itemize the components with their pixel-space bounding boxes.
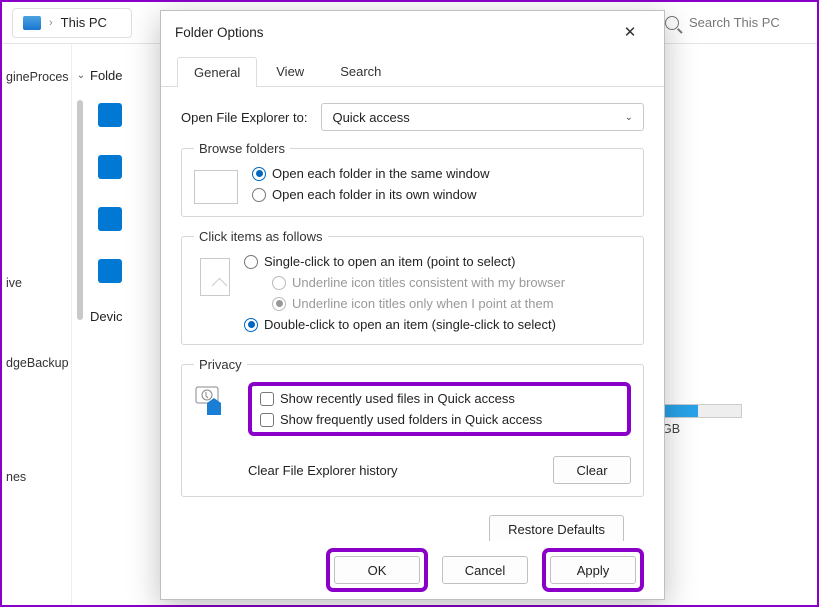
privacy-group: Privacy Show recently used files in Quic… xyxy=(181,357,644,497)
folder-tile-icon[interactable] xyxy=(98,259,122,283)
chevron-down-icon: ⌄ xyxy=(76,70,86,81)
browse-folders-group: Browse folders Open each folder in the s… xyxy=(181,141,644,217)
list-item[interactable]: gineProces xyxy=(2,64,71,90)
group-legend: Click items as follows xyxy=(194,229,328,244)
tab-search[interactable]: Search xyxy=(323,56,398,86)
breadcrumb[interactable]: › This PC xyxy=(12,8,132,38)
radio-icon xyxy=(272,276,286,290)
checkbox-frequent-folders[interactable]: Show frequently used folders in Quick ac… xyxy=(260,412,619,427)
folder-tile-icon[interactable] xyxy=(98,207,122,231)
search-placeholder: Search This PC xyxy=(689,15,780,30)
disk-item[interactable]: GB xyxy=(662,404,742,436)
group-legend: Browse folders xyxy=(194,141,290,156)
radio-icon xyxy=(272,297,286,311)
search-icon xyxy=(665,16,679,30)
navigation-pane: ⌄ Folde ⌄ Devic xyxy=(72,44,162,605)
clear-history-label: Clear File Explorer history xyxy=(248,463,398,478)
radio-label: Underline icon titles only when I point … xyxy=(292,296,554,311)
scrollbar[interactable] xyxy=(77,100,83,320)
radio-double-click[interactable]: Double-click to open an item (single-cli… xyxy=(244,317,631,332)
nav-folders-group[interactable]: ⌄ Folde xyxy=(76,64,158,87)
click-items-group: Click items as follows Single-click to o… xyxy=(181,229,644,345)
folder-options-dialog: Folder Options ✕ General View Search Ope… xyxy=(160,10,665,600)
privacy-icon xyxy=(194,384,234,418)
checkbox-icon xyxy=(260,413,274,427)
chevron-right-icon: › xyxy=(49,17,53,29)
cancel-button[interactable]: Cancel xyxy=(442,556,528,584)
checkbox-recent-files[interactable]: Show recently used files in Quick access xyxy=(260,391,619,406)
dialog-titlebar: Folder Options ✕ xyxy=(161,11,664,53)
breadcrumb-text: This PC xyxy=(61,15,107,30)
ok-button[interactable]: OK xyxy=(334,556,420,584)
folder-tile-icon[interactable] xyxy=(98,103,122,127)
radio-label: Open each folder in its own window xyxy=(272,187,477,202)
folder-tile-icon[interactable] xyxy=(98,155,122,179)
open-to-combobox[interactable]: Quick access ⌄ xyxy=(321,103,644,131)
radio-underline-browser: Underline icon titles consistent with my… xyxy=(244,275,631,290)
combobox-value: Quick access xyxy=(332,110,409,125)
radio-same-window[interactable]: Open each folder in the same window xyxy=(252,166,631,181)
apply-button[interactable]: Apply xyxy=(550,556,636,584)
disk-usage-bar xyxy=(662,404,742,418)
highlight-annotation: OK xyxy=(326,548,428,592)
radio-single-click[interactable]: Single-click to open an item (point to s… xyxy=(244,254,631,269)
group-legend: Privacy xyxy=(194,357,247,372)
radio-icon xyxy=(252,167,266,181)
radio-underline-point: Underline icon titles only when I point … xyxy=(244,296,631,311)
close-button[interactable]: ✕ xyxy=(610,16,650,48)
close-icon: ✕ xyxy=(624,23,637,41)
chevron-down-icon: ⌄ xyxy=(625,112,633,123)
clear-button[interactable]: Clear xyxy=(553,456,631,484)
tab-view[interactable]: View xyxy=(259,56,321,86)
tab-general[interactable]: General xyxy=(177,57,257,87)
window-icon xyxy=(194,170,238,204)
nav-label: Devic xyxy=(90,309,123,324)
list-item[interactable]: nes xyxy=(2,464,71,490)
highlight-annotation: Apply xyxy=(542,548,644,592)
radio-label: Single-click to open an item (point to s… xyxy=(264,254,515,269)
open-to-label: Open File Explorer to: xyxy=(181,110,307,125)
dialog-title: Folder Options xyxy=(175,25,264,40)
radio-label: Underline icon titles consistent with my… xyxy=(292,275,565,290)
tab-bar: General View Search xyxy=(161,53,664,87)
checkbox-icon xyxy=(260,392,274,406)
radio-icon xyxy=(252,188,266,202)
list-item[interactable]: ive xyxy=(2,270,71,296)
nav-label: Folde xyxy=(90,68,123,83)
document-cursor-icon xyxy=(200,258,230,296)
checkbox-label: Show frequently used folders in Quick ac… xyxy=(280,412,542,427)
restore-defaults-button[interactable]: Restore Defaults xyxy=(489,515,624,541)
left-panel-strip: gineProces ive dgeBackup nes xyxy=(2,44,72,605)
dialog-footer: OK Cancel Apply xyxy=(161,541,664,599)
radio-label: Open each folder in the same window xyxy=(272,166,490,181)
radio-own-window[interactable]: Open each folder in its own window xyxy=(252,187,631,202)
disk-free-text: GB xyxy=(662,422,742,436)
checkbox-label: Show recently used files in Quick access xyxy=(280,391,515,406)
list-item[interactable]: dgeBackup xyxy=(2,350,71,376)
highlight-annotation: Show recently used files in Quick access… xyxy=(248,382,631,436)
nav-devices-group[interactable]: ⌄ Devic xyxy=(76,305,158,328)
pc-icon xyxy=(23,16,41,30)
radio-icon xyxy=(244,318,258,332)
radio-icon xyxy=(244,255,258,269)
radio-label: Double-click to open an item (single-cli… xyxy=(264,317,556,332)
